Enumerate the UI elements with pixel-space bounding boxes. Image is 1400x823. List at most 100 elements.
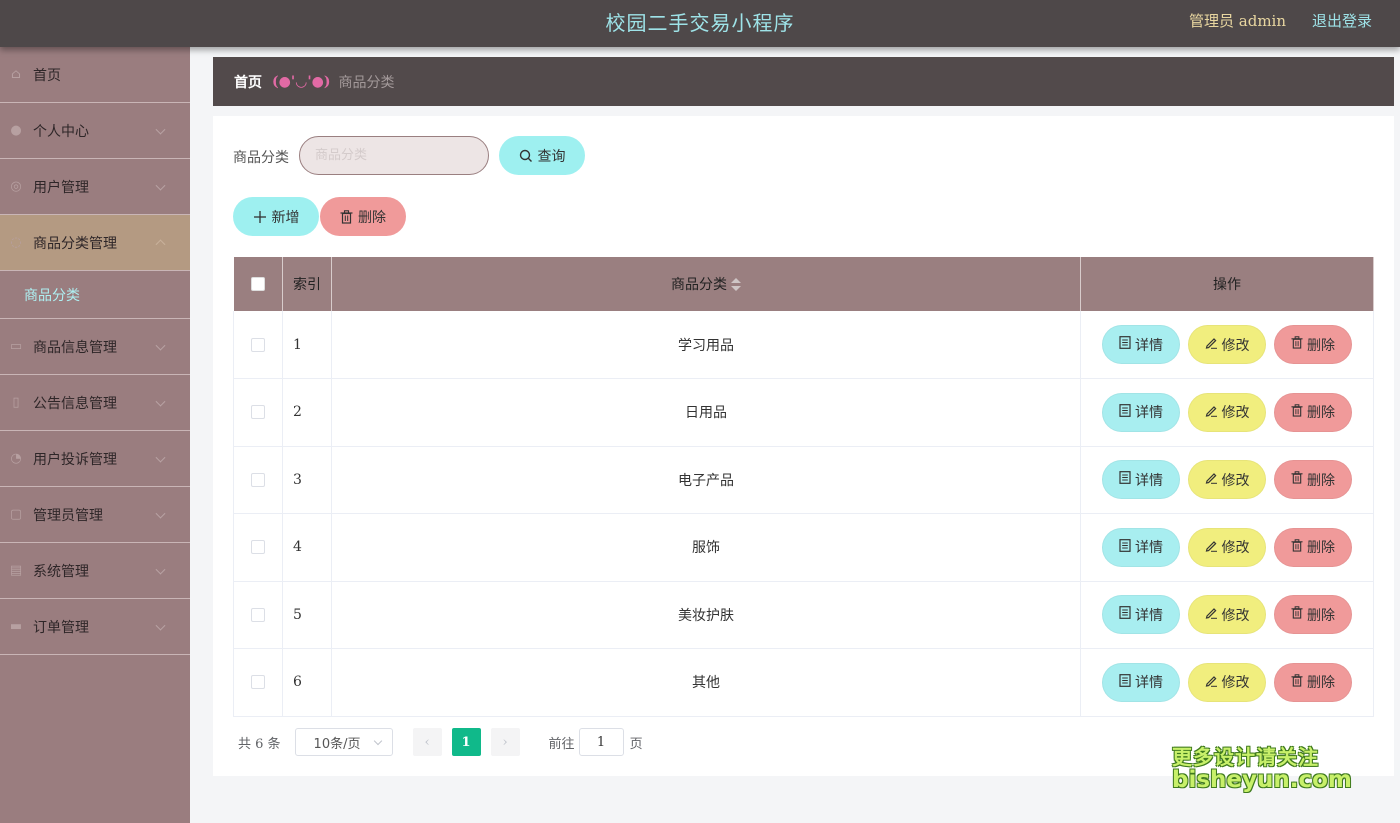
delete-button-label: 删除: [1307, 337, 1336, 354]
sidebar-item-5[interactable]: ▯ 公告信息管理: [0, 375, 190, 431]
detail-button[interactable]: 详情: [1102, 392, 1181, 432]
trash-icon: [340, 209, 353, 224]
chevron-icon: [155, 396, 166, 407]
delete-button[interactable]: 删除: [1274, 595, 1353, 635]
row-index: 4: [282, 513, 332, 582]
edit-button[interactable]: 修改: [1188, 595, 1267, 635]
add-button-label: 新增: [271, 209, 300, 226]
delete-button-label: 删除: [1307, 405, 1336, 422]
watermark: 更多设计请关注 bisheyun.com: [1172, 746, 1352, 793]
sidebar-item-4[interactable]: ▭ 商品信息管理: [0, 319, 190, 375]
delete-button-label: 删除: [1307, 472, 1336, 489]
row-checkbox[interactable]: [250, 675, 265, 690]
prev-page-button[interactable]: ‹: [412, 728, 442, 756]
pencil-icon: [1205, 336, 1218, 353]
row-select-cell: [233, 513, 283, 582]
row-checkbox[interactable]: [250, 337, 265, 352]
delete-button[interactable]: 删除: [1274, 527, 1353, 567]
sidebar-subitem[interactable]: 商品分类: [0, 271, 190, 319]
row-select-cell: [233, 378, 283, 447]
document-icon: [1119, 538, 1131, 556]
sidebar-item-0[interactable]: ⌂ 首页: [0, 47, 190, 103]
header-actions: 操作: [1080, 257, 1374, 311]
sidebar-item-3[interactable]: ◌ 商品分类管理: [0, 215, 190, 271]
sidebar-item-9[interactable]: ▬ 订单管理: [0, 599, 190, 655]
edit-button-label: 修改: [1221, 405, 1250, 422]
edit-button[interactable]: 修改: [1188, 392, 1267, 432]
search-input[interactable]: [299, 136, 489, 175]
sidebar-item-1[interactable]: ● 个人中心: [0, 103, 190, 159]
row-category-name: 学习用品: [331, 311, 1082, 379]
row-actions: 详情 修改 删除: [1080, 311, 1374, 379]
row-index: 5: [282, 581, 332, 649]
breadcrumb-home[interactable]: 首页: [234, 72, 262, 92]
document-icon: [1119, 673, 1131, 691]
row-actions: 详情 修改 删除: [1080, 513, 1374, 582]
sidebar-item-6[interactable]: ◔ 用户投诉管理: [0, 431, 190, 487]
delete-button[interactable]: 删除: [1274, 662, 1353, 702]
document-icon: ▯: [12, 395, 20, 410]
chevron-icon: [155, 180, 166, 191]
row-checkbox[interactable]: [250, 607, 265, 622]
chevron-icon: [155, 564, 166, 575]
detail-button[interactable]: 详情: [1102, 527, 1181, 567]
next-page-button[interactable]: ›: [490, 728, 520, 756]
header-category[interactable]: 商品分类: [331, 257, 1082, 311]
edit-button-label: 修改: [1221, 675, 1250, 692]
chevron-down-icon: [373, 736, 382, 746]
goto-page-input[interactable]: [578, 728, 624, 756]
table-row: 3 电子产品 详情 修改 删除: [233, 446, 1374, 514]
plus-icon: [253, 210, 266, 223]
goto-page-suffix: 页: [629, 736, 643, 752]
detail-button[interactable]: 详情: [1102, 595, 1181, 635]
edit-button[interactable]: 修改: [1188, 460, 1267, 500]
add-button[interactable]: 新增: [233, 197, 319, 236]
pencil-icon: [1205, 404, 1218, 421]
row-checkbox[interactable]: [250, 405, 265, 420]
page-number-1[interactable]: 1: [451, 728, 481, 756]
header-category-label: 商品分类: [670, 277, 727, 293]
row-checkbox[interactable]: [250, 540, 265, 555]
delete-button-label: 删除: [1307, 540, 1336, 557]
logout-link[interactable]: 退出登录: [1312, 10, 1372, 31]
pencil-icon: [1205, 539, 1218, 556]
pencil-icon: [1205, 606, 1218, 623]
detail-button[interactable]: 详情: [1102, 662, 1181, 702]
edit-button[interactable]: 修改: [1188, 662, 1267, 702]
delete-button[interactable]: 删除: [1274, 325, 1353, 364]
sidebar-item-label: 用户投诉管理: [33, 451, 117, 468]
batch-delete-button-label: 删除: [358, 209, 386, 226]
category-table: 索引 商品分类 操作 1 学习用品 详情 修改 删除 2 日用品 详情 修改 删除 3 电子产品 详情修…: [233, 257, 1374, 717]
chevron-icon: [155, 452, 166, 463]
sidebar-item-7[interactable]: ▢ 管理员管理: [0, 487, 190, 543]
row-select-cell: [233, 581, 283, 649]
row-category-name: 电子产品: [331, 446, 1082, 514]
compass-icon: ◌: [10, 235, 22, 250]
sort-icon[interactable]: [730, 278, 741, 292]
edit-button-label: 修改: [1221, 607, 1250, 624]
sidebar-item-2[interactable]: ◎ 用户管理: [0, 159, 190, 215]
row-select-cell: [233, 648, 283, 717]
table-row: 1 学习用品 详情 修改 删除: [233, 311, 1374, 379]
chevron-icon: [155, 124, 166, 135]
detail-button[interactable]: 详情: [1102, 325, 1181, 364]
delete-button[interactable]: 删除: [1274, 460, 1353, 500]
detail-button[interactable]: 详情: [1102, 460, 1181, 500]
row-checkbox[interactable]: [250, 472, 265, 487]
select-all-checkbox[interactable]: [250, 277, 265, 291]
sidebar-item-label: 管理员管理: [33, 507, 103, 524]
header-select-all: [233, 257, 283, 311]
page-size-select[interactable]: 10条/页: [294, 728, 393, 756]
row-category-name: 其他: [331, 648, 1082, 717]
row-select-cell: [233, 311, 283, 379]
edit-button[interactable]: 修改: [1188, 527, 1267, 567]
table-header-row: 索引 商品分类 操作: [233, 257, 1374, 311]
edit-button[interactable]: 修改: [1188, 325, 1267, 364]
delete-button[interactable]: 删除: [1274, 392, 1353, 432]
detail-button-label: 详情: [1135, 540, 1164, 557]
breadcrumb-current: 商品分类: [338, 74, 395, 91]
query-button[interactable]: 查询: [499, 136, 585, 175]
batch-delete-button[interactable]: 删除: [320, 197, 406, 236]
table-row: 5 美妆护肤 详情 修改 删除: [233, 581, 1374, 649]
sidebar-item-8[interactable]: ▤ 系统管理: [0, 543, 190, 599]
